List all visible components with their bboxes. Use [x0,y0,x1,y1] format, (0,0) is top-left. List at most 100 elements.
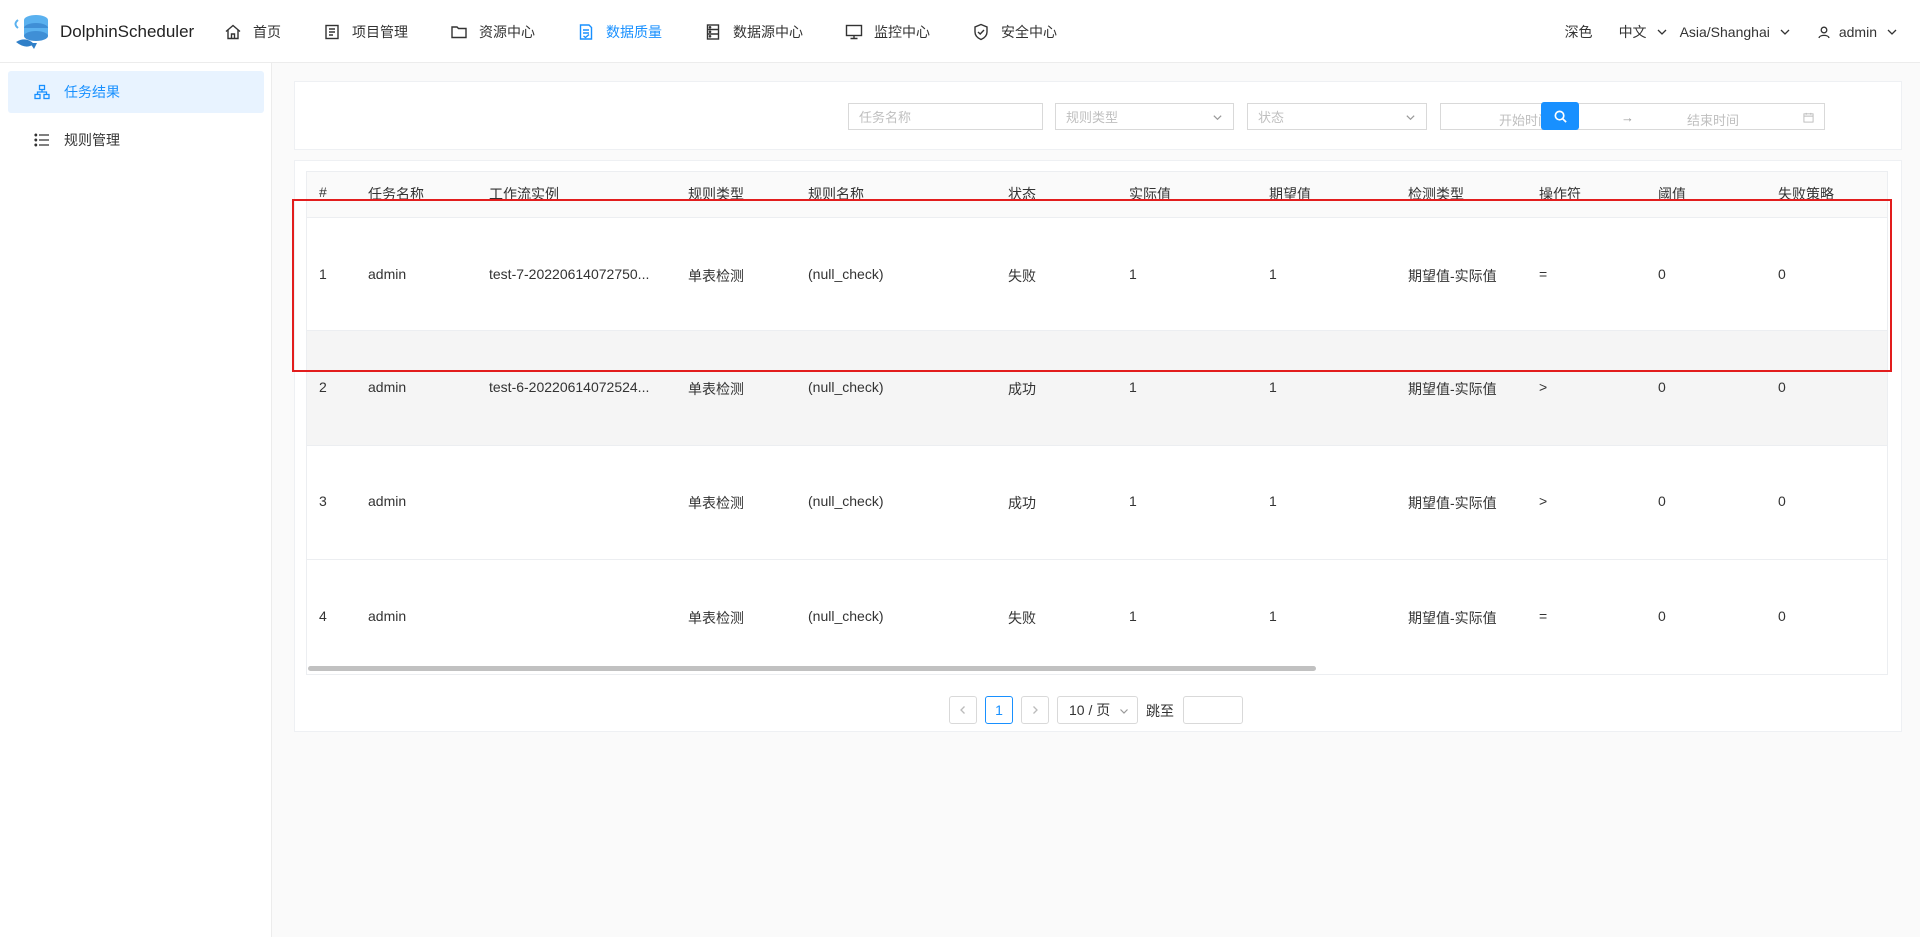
column-header[interactable]: 规则类型 [688,184,744,204]
range-arrow: → [1621,110,1634,125]
cell-rule-type: 单表检测 [688,268,744,284]
nav-item-monitor[interactable]: 监控中心 [845,0,930,63]
cell-expected-value: 1 [1269,379,1277,395]
folder-icon [451,25,467,38]
cell-threshold: 0 [1658,608,1666,624]
nav-item-data-quality[interactable]: 数据质量 [577,0,662,63]
cell-check-type: 期望值-实际值 [1408,268,1497,284]
nav-item-security[interactable]: 安全中心 [972,0,1057,63]
pagination-page-1[interactable]: 1 [985,696,1013,724]
state-placeholder: 状态 [1258,110,1285,125]
chevron-down-icon [1406,115,1415,121]
sidebar-item-label: 规则管理 [64,132,120,148]
rule-type-select[interactable]: 规则类型 [1055,103,1234,130]
chevron-down-icon [1120,709,1128,714]
list-icon [34,133,49,147]
nav-label: 项目管理 [352,23,408,40]
language-select[interactable]: 中文 [1619,22,1668,42]
table-row[interactable]: 3 admin 单表检测 (null_check) 成功 1 1 期望值-实际值… [307,446,1887,560]
table-row[interactable]: 1 admin test-7-20220614072750... 单表检测 (n… [307,218,1887,331]
cell-operator: > [1539,493,1548,509]
chevron-right-icon [1033,706,1038,714]
results-table: # 任务名称 工作流实例 规则类型 规则名称 状态 实际值 期望值 检测类型 操… [306,171,1888,675]
chevron-down-icon [1657,29,1667,35]
search-button[interactable] [1541,102,1579,130]
cell-rule-name: (null_check) [808,379,884,395]
calendar-icon [1803,112,1814,123]
cell-actual-value: 1 [1129,379,1137,395]
language-label: 中文 [1618,23,1647,40]
cell-task-name: admin [368,379,407,395]
cell-operator: > [1539,379,1548,395]
nav-item-resource[interactable]: 资源中心 [450,0,535,63]
main-nav: 首页 项目管理 资源中心 数据质量 数据源中心 监控中心 安全中心 [224,0,1099,63]
cell-state: 成功 [1008,495,1036,511]
cell-failure-strategy: 0 [1778,493,1786,509]
column-header[interactable]: 任务名称 [368,184,424,204]
state-select[interactable]: 状态 [1247,103,1427,130]
top-header: DolphinScheduler 首页 项目管理 资源中心 数据质量 数据源中心… [0,0,1920,63]
table-row[interactable]: 2 admin test-6-20220614072524... 单表检测 (n… [307,331,1887,446]
nav-label: 监控中心 [874,23,930,40]
chevron-down-icon [1213,115,1222,121]
cell-state: 失败 [1008,268,1036,284]
database-icon [706,23,720,40]
cell-actual-value: 1 [1129,493,1137,509]
table-row[interactable]: 4 admin 单表检测 (null_check) 失败 1 1 期望值-实际值… [307,560,1887,674]
cell-rule-type: 单表检测 [688,610,744,626]
task-name-input[interactable]: 任务名称 [848,103,1043,130]
nav-item-home[interactable]: 首页 [224,0,281,63]
nav-item-project[interactable]: 项目管理 [323,0,408,63]
column-header[interactable]: 实际值 [1129,184,1171,204]
column-header[interactable]: 规则名称 [808,184,864,204]
cell-rule-type: 单表检测 [688,381,744,397]
data-quality-icon [579,23,593,40]
column-header[interactable]: 工作流实例 [489,184,559,204]
page-jump-input[interactable] [1183,696,1243,724]
theme-switch[interactable]: 深色 [1565,22,1593,42]
column-header[interactable]: 操作符 [1539,184,1581,204]
user-name: admin [1838,23,1877,40]
cell-task-name: admin [368,608,407,624]
cell-workflow-instance[interactable]: test-7-20220614072750... [489,266,649,282]
column-header[interactable]: 失败策略 [1778,184,1834,204]
sidebar-item-task-result[interactable]: 任务结果 [8,71,264,113]
brand-logo[interactable]: DolphinScheduler [12,12,194,52]
cell-rule-name: (null_check) [808,493,884,509]
brand-name: DolphinScheduler [60,22,195,41]
column-header[interactable]: 阈值 [1658,184,1686,204]
cell-rule-name: (null_check) [808,608,884,624]
nav-item-datasource[interactable]: 数据源中心 [704,0,803,63]
cell-index: 3 [319,493,327,509]
page-size-label: 10 / 页 [1069,702,1111,718]
cell-threshold: 0 [1658,379,1666,395]
timezone-select[interactable]: Asia/Shanghai [1680,24,1791,40]
column-header[interactable]: 检测类型 [1408,184,1464,204]
project-icon [325,24,339,39]
cell-rule-type: 单表检测 [688,495,744,511]
pagination-next-button[interactable] [1021,696,1049,724]
cell-index: 4 [319,608,327,624]
cell-expected-value: 1 [1269,266,1277,282]
cell-workflow-instance[interactable]: test-6-20220614072524... [489,379,649,395]
table-horizontal-scrollbar[interactable] [308,666,1316,671]
sidebar-item-label: 任务结果 [64,84,120,100]
pagination-prev-button[interactable] [949,696,977,724]
user-icon [1818,26,1830,38]
cell-threshold: 0 [1658,493,1666,509]
chevron-down-icon [1887,29,1897,35]
cell-rule-name: (null_check) [808,266,884,282]
column-header[interactable]: # [319,184,327,200]
cell-expected-value: 1 [1269,608,1277,624]
cell-operator: = [1539,266,1548,282]
cell-failure-strategy: 0 [1778,608,1786,624]
sidebar-item-rule-management[interactable]: 规则管理 [8,119,264,161]
page-size-select[interactable]: 10 / 页 [1057,696,1138,724]
cell-threshold: 0 [1658,266,1666,282]
column-header[interactable]: 期望值 [1269,184,1311,204]
shield-icon [974,23,988,40]
user-menu[interactable]: admin [1817,24,1906,40]
column-header[interactable]: 状态 [1008,184,1036,204]
monitor-icon [845,24,863,39]
date-range-picker[interactable]: 开始时间 → 结束时间 [1440,103,1825,130]
